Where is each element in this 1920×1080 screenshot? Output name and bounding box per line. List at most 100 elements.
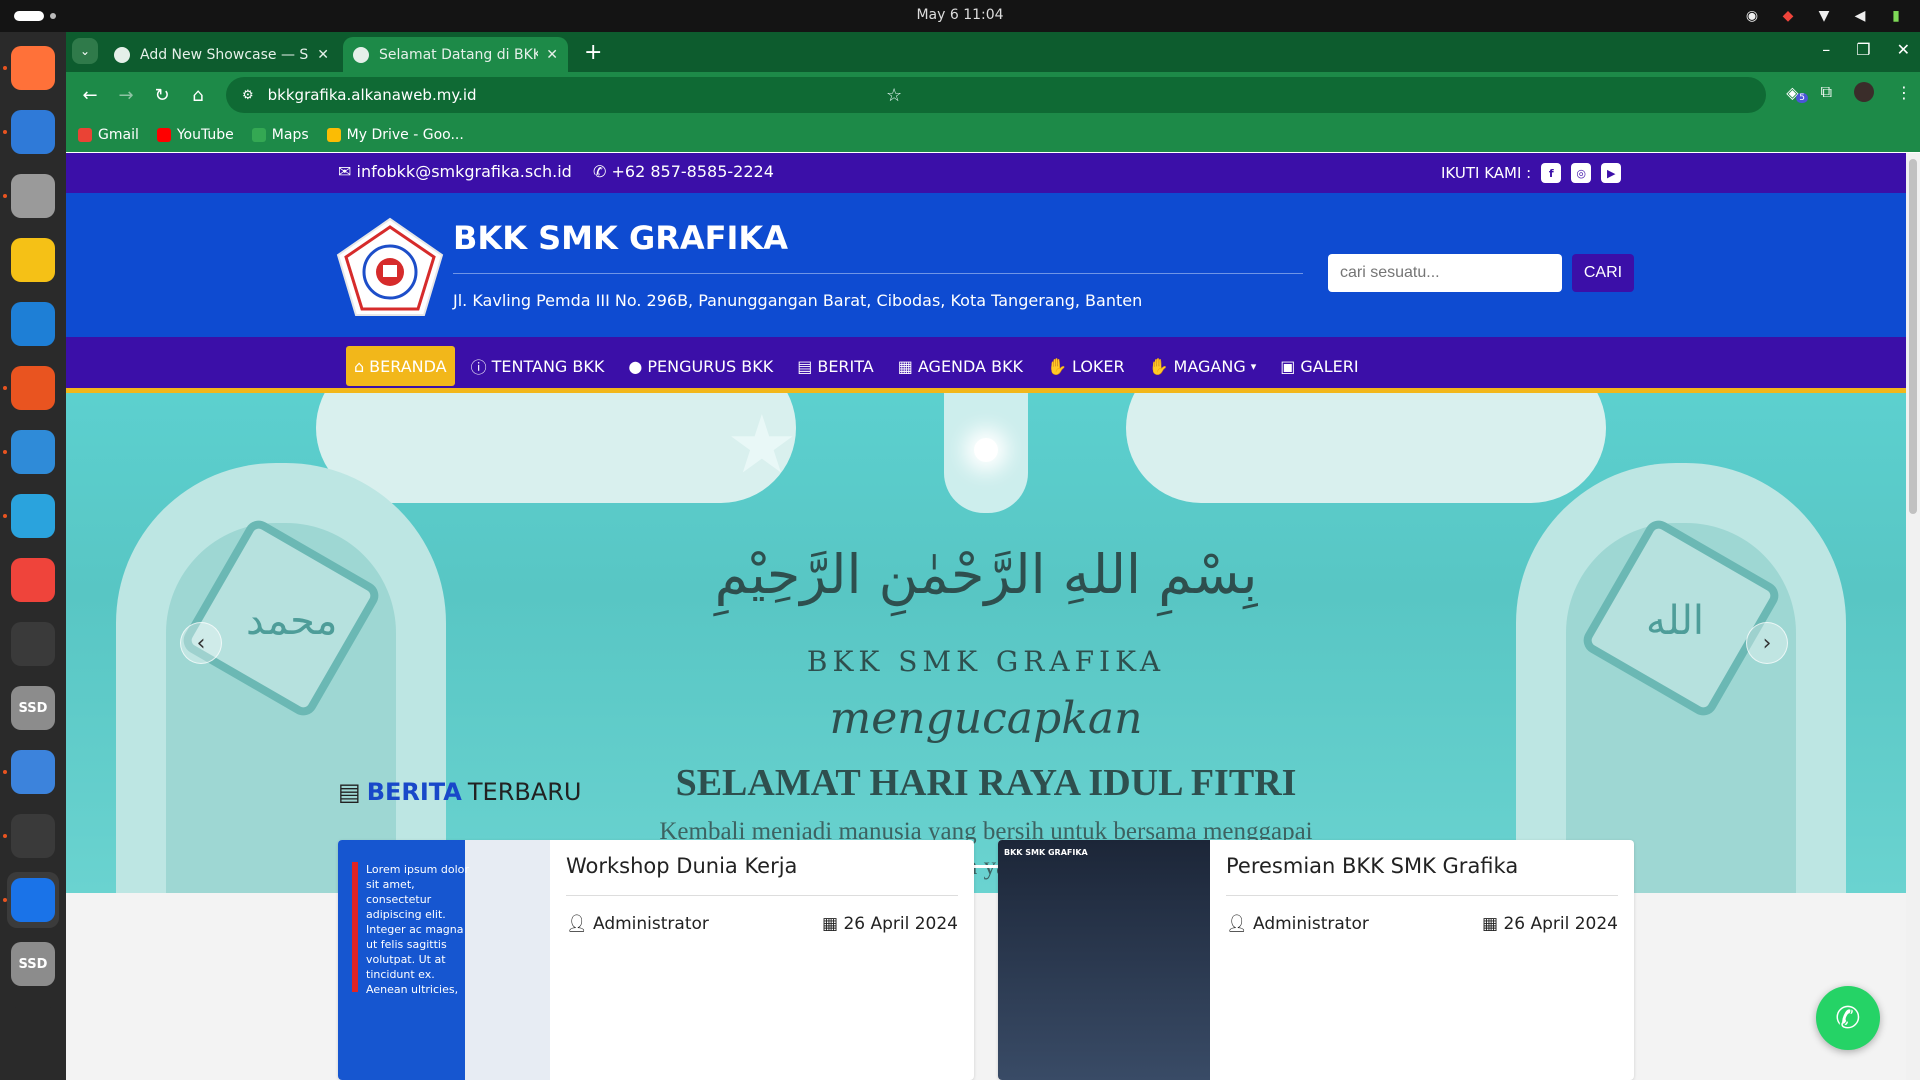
- user-icon: 👤︎: [1226, 914, 1253, 934]
- back-icon[interactable]: ←: [72, 77, 108, 113]
- forward-icon[interactable]: →: [108, 77, 144, 113]
- address-bar[interactable]: ⚙ bkkgrafika.alkanaweb.my.id ☆: [226, 77, 1766, 113]
- news-section-heading: ▤ BERITA TERBARU: [338, 778, 582, 806]
- news-title[interactable]: Workshop Dunia Kerja: [566, 854, 797, 878]
- terminal-icon: [11, 622, 55, 666]
- system-clock[interactable]: May 6 11:04: [0, 7, 1920, 23]
- carousel-prev-button[interactable]: ‹: [180, 622, 222, 664]
- contact-email[interactable]: ✉ infobkk@smkgrafika.sch.id: [338, 162, 572, 181]
- reload-icon[interactable]: ↻: [144, 77, 180, 113]
- site-top-info-bar: ✉ infobkk@smkgrafika.sch.id ✆ +62 857-85…: [66, 153, 1906, 193]
- chrome-menu-icon[interactable]: ⋮: [1896, 83, 1912, 102]
- dock-app[interactable]: [3, 808, 59, 864]
- system-tray[interactable]: ◉ ◆ ▼ ◀ ▮: [1742, 6, 1906, 26]
- site-title[interactable]: BKK SMK GRAFIKA: [453, 219, 788, 257]
- site-search-button[interactable]: CARI: [1572, 254, 1634, 292]
- dock-app[interactable]: SSD: [7, 680, 59, 736]
- user-circle-icon: ●: [628, 356, 643, 376]
- school-logo[interactable]: [334, 217, 446, 317]
- tab-selamat-datang[interactable]: Selamat Datang di BKK S ✕: [343, 37, 568, 72]
- news-card[interactable]: Lorem ipsum dolor sit amet, consectetur …: [338, 840, 974, 1080]
- tab-add-new-showcase[interactable]: Add New Showcase — Sa ✕: [104, 37, 339, 72]
- news-thumbnail[interactable]: Lorem ipsum dolor sit amet, consectetur …: [338, 840, 550, 1080]
- dock-app[interactable]: [3, 360, 59, 416]
- bookmark-item[interactable]: Gmail: [78, 127, 139, 143]
- bookmark-item[interactable]: YouTube: [156, 127, 234, 143]
- images-icon: ▣: [1280, 356, 1296, 376]
- lantern-decoration: [944, 393, 1028, 513]
- facebook-icon[interactable]: f: [1541, 163, 1562, 183]
- new-tab-icon[interactable]: +: [584, 40, 602, 65]
- hero-brand: BKK SMK GRAFIKA: [806, 645, 1166, 678]
- bookmark-item[interactable]: My Drive - Goo...: [326, 127, 464, 143]
- nav-item-berita[interactable]: ▤ BERITA: [789, 346, 882, 386]
- text-editor-icon: [11, 750, 55, 794]
- tab-bar: ⌄ Add New Showcase — Sa ✕ Selamat Datang…: [66, 32, 1920, 72]
- carousel-next-button[interactable]: ›: [1746, 622, 1788, 664]
- dock-app[interactable]: [3, 744, 59, 800]
- news-title[interactable]: Peresmian BKK SMK Grafika: [1226, 854, 1518, 878]
- user-icon: 👤︎: [566, 914, 593, 934]
- whatsapp-button[interactable]: ✆: [1816, 986, 1880, 1050]
- dock-app[interactable]: [7, 552, 59, 608]
- profile-avatar[interactable]: [1854, 82, 1874, 102]
- site-address: Jl. Kavling Pemda III No. 296B, Panungga…: [453, 291, 1143, 310]
- contact-phone[interactable]: ✆ +62 857-8585-2224: [593, 162, 774, 181]
- calendar-icon: ▦: [821, 914, 844, 934]
- maximize-icon[interactable]: ❐: [1856, 40, 1870, 59]
- dock-app[interactable]: [3, 488, 59, 544]
- volume-icon[interactable]: ◀: [1850, 6, 1870, 26]
- main-navigation: ⌂ BERANDA ⓘ TENTANG BKK ● PENGURUS BKK ▤ BERITA…: [66, 337, 1906, 393]
- telegram-icon: [11, 494, 55, 538]
- tab-search-button[interactable]: ⌄: [72, 38, 98, 64]
- nav-item-loker[interactable]: ✋ LOKER: [1039, 346, 1133, 386]
- thunderbird-icon: [11, 110, 55, 154]
- caret-down-icon: ▾: [1250, 359, 1257, 373]
- dock-app[interactable]: [3, 872, 59, 928]
- bookmark-star-icon[interactable]: ☆: [886, 85, 1752, 106]
- firefox-icon: [11, 46, 55, 90]
- scrollbar-thumb[interactable]: [1909, 159, 1917, 514]
- news-thumbnail[interactable]: BKK SMK GRAFIKA: [998, 840, 1210, 1080]
- wifi-icon[interactable]: ▼: [1814, 6, 1834, 26]
- nav-item-galeri[interactable]: ▣ GALERI: [1272, 346, 1366, 386]
- dock-app[interactable]: [3, 424, 59, 480]
- nav-item-agenda-bkk[interactable]: ▦ AGENDA BKK: [890, 346, 1031, 386]
- site-favicon-icon: [353, 46, 369, 63]
- nav-item-pengurus-bkk[interactable]: ● PENGURUS BKK: [620, 346, 781, 386]
- nav-item-tentang-bkk[interactable]: ⓘ TENTANG BKK: [463, 346, 613, 386]
- dock-app[interactable]: SSD: [7, 936, 59, 992]
- extension-badge: 5: [1796, 92, 1808, 103]
- close-tab-icon[interactable]: ✕: [317, 47, 329, 63]
- anydesk-status-icon[interactable]: ◆: [1778, 6, 1798, 26]
- dock-app[interactable]: [3, 104, 59, 160]
- dock-app[interactable]: [7, 296, 59, 352]
- dock-app[interactable]: [3, 168, 59, 224]
- extension-icon[interactable]: ◈ 5: [1786, 83, 1808, 103]
- battery-icon[interactable]: ▮: [1886, 6, 1906, 26]
- dock-app[interactable]: [7, 232, 59, 288]
- thumbnail-text: BKK SMK GRAFIKA: [1004, 848, 1088, 857]
- youtube-icon[interactable]: ▶: [1601, 163, 1622, 183]
- news-card[interactable]: BKK SMK GRAFIKA Peresmian BKK SMK Grafik…: [998, 840, 1634, 1080]
- chrome-status-icon[interactable]: ◉: [1742, 6, 1762, 26]
- nav-item-magang[interactable]: ✋ MAGANG ▾: [1141, 346, 1265, 386]
- minimize-icon[interactable]: –: [1822, 40, 1830, 59]
- dock-app[interactable]: [3, 40, 59, 96]
- site-info-icon[interactable]: ⚙: [242, 88, 254, 103]
- bookmark-favicon-icon: [156, 128, 171, 142]
- home-page-icon[interactable]: ⌂: [180, 77, 216, 113]
- extensions-puzzle-icon[interactable]: ⧉: [1821, 82, 1832, 102]
- site-search-input[interactable]: [1328, 254, 1562, 292]
- nav-label: PENGURUS BKK: [647, 356, 774, 376]
- close-window-icon[interactable]: ✕: [1897, 40, 1910, 59]
- page-scrollbar[interactable]: [1906, 153, 1920, 1080]
- instagram-icon[interactable]: ◎: [1571, 163, 1592, 183]
- dock-app[interactable]: [7, 616, 59, 672]
- nav-item-beranda[interactable]: ⌂ BERANDA: [346, 346, 455, 386]
- dock-app[interactable]: [7, 1000, 59, 1056]
- close-tab-icon[interactable]: ✕: [546, 47, 558, 63]
- bookmark-item[interactable]: Maps: [251, 127, 309, 143]
- calendar-icon: ▦: [1481, 914, 1504, 934]
- navigation-toolbar: ← → ↻ ⌂ ⚙ bkkgrafika.alkanaweb.my.id ☆ ◈…: [66, 72, 1920, 118]
